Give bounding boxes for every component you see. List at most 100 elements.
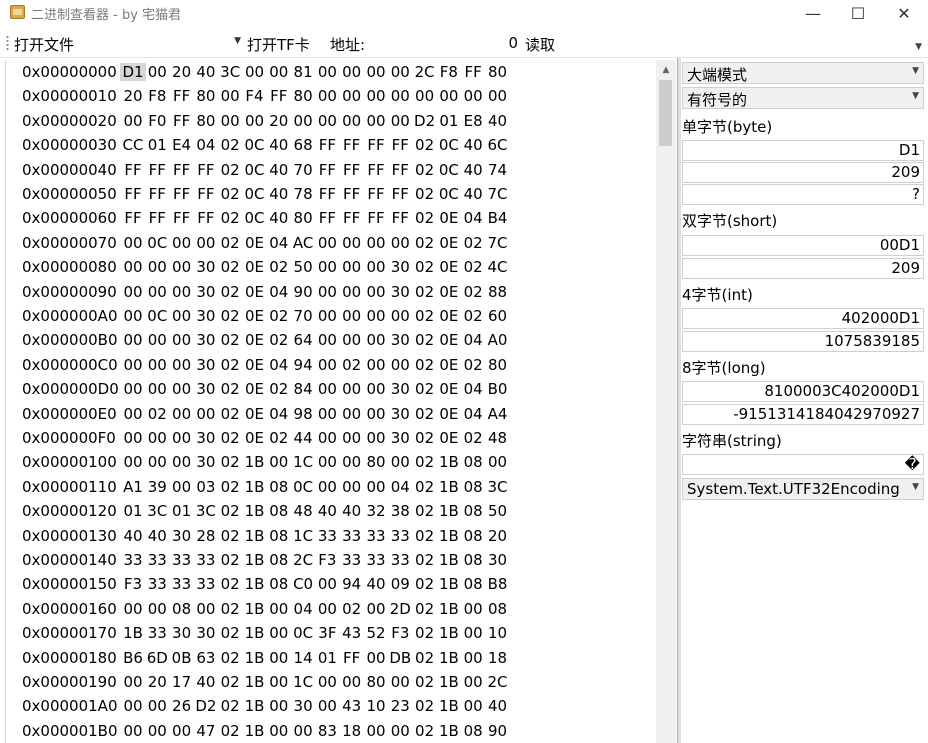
hex-byte[interactable]: 00 — [339, 478, 365, 496]
hex-byte[interactable]: 00 — [120, 234, 146, 252]
hex-byte[interactable]: 14 — [290, 649, 316, 667]
hex-byte[interactable]: 0E — [242, 258, 268, 276]
hex-byte[interactable]: 83 — [314, 722, 340, 740]
hex-byte[interactable]: 80 — [193, 112, 219, 130]
byte-hex-field[interactable]: D1 — [682, 140, 924, 161]
hex-byte[interactable]: FF — [169, 209, 195, 227]
hex-byte[interactable]: F3 — [120, 575, 146, 593]
hex-byte[interactable]: 00 — [144, 258, 170, 276]
hex-byte[interactable]: 00 — [120, 453, 146, 471]
hex-byte[interactable]: 00 — [387, 722, 413, 740]
hex-byte[interactable]: 00 — [460, 649, 486, 667]
hex-byte[interactable]: 2D — [387, 600, 413, 618]
hex-byte[interactable]: 1B — [242, 600, 268, 618]
hex-byte[interactable]: 3C — [485, 478, 511, 496]
hex-byte[interactable]: 02 — [217, 234, 243, 252]
hex-byte[interactable]: 00 — [363, 87, 389, 105]
hex-byte[interactable]: 0E — [242, 380, 268, 398]
hex-byte[interactable]: 04 — [290, 600, 316, 618]
hex-byte[interactable]: 1B — [436, 478, 462, 496]
hex-byte[interactable]: 00 — [242, 63, 268, 81]
hex-byte[interactable]: 00 — [314, 87, 340, 105]
hex-byte[interactable]: 2C — [290, 551, 316, 569]
hex-byte[interactable]: 4C — [485, 258, 511, 276]
hex-byte[interactable]: FF — [193, 209, 219, 227]
hex-byte[interactable]: 00 — [266, 722, 292, 740]
hex-byte[interactable]: 33 — [339, 551, 365, 569]
hex-byte[interactable]: 00 — [314, 453, 340, 471]
hex-byte[interactable]: 98 — [290, 405, 316, 423]
hex-byte[interactable]: 00 — [169, 380, 195, 398]
close-button[interactable]: ✕ — [881, 0, 927, 26]
hex-byte[interactable]: 1B — [436, 600, 462, 618]
hex-byte[interactable]: 18 — [485, 649, 511, 667]
hex-byte[interactable]: 00 — [339, 331, 365, 349]
hex-byte[interactable]: 04 — [460, 380, 486, 398]
hex-byte[interactable]: 52 — [363, 624, 389, 642]
hex-byte[interactable]: 00 — [387, 356, 413, 374]
hex-byte[interactable]: 00 — [120, 722, 146, 740]
hex-byte[interactable]: 00 — [144, 722, 170, 740]
hex-byte[interactable]: F0 — [144, 112, 170, 130]
hex-byte[interactable]: 08 — [266, 527, 292, 545]
hex-byte[interactable]: 1B — [436, 575, 462, 593]
hex-byte[interactable]: F8 — [144, 87, 170, 105]
hex-byte[interactable]: 0C — [242, 209, 268, 227]
hex-byte[interactable]: 00 — [314, 405, 340, 423]
hex-byte[interactable]: 00 — [169, 453, 195, 471]
hex-byte[interactable]: 00 — [144, 283, 170, 301]
hex-byte[interactable]: 00 — [314, 331, 340, 349]
hex-byte[interactable]: 02 — [217, 478, 243, 496]
hex-byte[interactable]: 00 — [363, 405, 389, 423]
hex-byte[interactable]: 1B — [436, 551, 462, 569]
hex-byte[interactable]: 40 — [120, 527, 146, 545]
scroll-up-icon[interactable]: ▲ — [656, 60, 676, 80]
hex-byte[interactable]: 02 — [217, 697, 243, 715]
hex-byte[interactable]: 20 — [120, 87, 146, 105]
hex-byte[interactable]: 08 — [460, 722, 486, 740]
hex-byte[interactable]: 1B — [436, 453, 462, 471]
hex-byte[interactable]: 33 — [169, 551, 195, 569]
hex-byte[interactable]: 40 — [460, 136, 486, 154]
hex-byte[interactable]: 01 — [144, 136, 170, 154]
hex-byte[interactable]: A1 — [120, 478, 146, 496]
hex-byte[interactable]: 02 — [412, 527, 438, 545]
hex-byte[interactable]: 40 — [193, 673, 219, 691]
hex-byte[interactable]: 08 — [460, 527, 486, 545]
hex-byte[interactable]: 00 — [144, 380, 170, 398]
hex-byte[interactable]: 0E — [242, 405, 268, 423]
hex-byte[interactable]: 20 — [485, 527, 511, 545]
hex-byte[interactable]: 00 — [120, 600, 146, 618]
hex-byte[interactable]: 80 — [363, 673, 389, 691]
hex-byte[interactable]: FF — [363, 185, 389, 203]
hex-byte[interactable]: 02 — [266, 429, 292, 447]
hex-byte[interactable]: FF — [339, 185, 365, 203]
hex-byte[interactable]: 20 — [144, 673, 170, 691]
int-hex-field[interactable]: 402000D1 — [682, 308, 924, 329]
hex-byte[interactable]: FF — [144, 185, 170, 203]
hex-byte[interactable]: 00 — [266, 697, 292, 715]
hex-byte[interactable]: 00 — [387, 307, 413, 325]
hex-byte[interactable]: 0E — [436, 258, 462, 276]
hex-byte[interactable]: 70 — [290, 307, 316, 325]
hex-byte[interactable]: 02 — [217, 136, 243, 154]
hex-byte[interactable]: 02 — [412, 697, 438, 715]
hex-byte[interactable]: 40 — [314, 502, 340, 520]
hex-byte[interactable]: 02 — [412, 502, 438, 520]
hex-byte[interactable]: 1B — [242, 673, 268, 691]
hex-byte[interactable]: 40 — [266, 209, 292, 227]
hex-byte[interactable]: 09 — [387, 575, 413, 593]
hex-byte[interactable]: FF — [314, 136, 340, 154]
hex-byte[interactable]: 00 — [314, 478, 340, 496]
hex-byte[interactable]: 00 — [169, 478, 195, 496]
hex-byte[interactable]: 2C — [485, 673, 511, 691]
hex-byte[interactable]: 0E — [242, 307, 268, 325]
hex-byte[interactable]: 1B — [120, 624, 146, 642]
hex-byte[interactable]: FF — [169, 112, 195, 130]
hex-byte[interactable]: 00 — [314, 234, 340, 252]
hex-byte[interactable]: 94 — [339, 575, 365, 593]
hex-byte[interactable]: 00 — [193, 405, 219, 423]
hex-byte[interactable]: 04 — [460, 209, 486, 227]
toolbar-grip[interactable] — [6, 35, 9, 52]
hex-byte[interactable]: 48 — [290, 502, 316, 520]
